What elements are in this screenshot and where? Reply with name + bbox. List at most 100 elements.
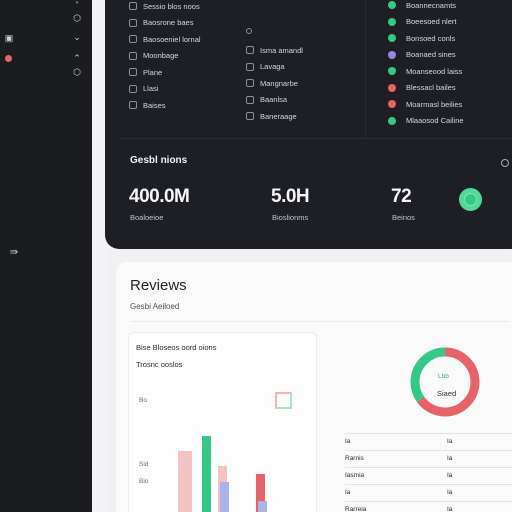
checkbox[interactable]: [246, 95, 254, 104]
rightList-item[interactable]: Bonsoed conls: [388, 30, 464, 47]
leftList-item[interactable]: Baosrone baes: [129, 15, 201, 32]
table-cell: Ia: [447, 489, 453, 496]
checkbox[interactable]: [129, 35, 137, 44]
donut-chart: [410, 347, 480, 417]
bar-series: [178, 436, 278, 512]
rightList-item[interactable]: Boannecnamts: [388, 0, 464, 14]
leftList-item[interactable]: Llasi: [129, 81, 201, 98]
stat-label-1: Boaloeioe: [130, 213, 164, 222]
info-icon[interactable]: [501, 159, 509, 167]
list-item-label: Lavaga: [260, 62, 285, 72]
divider: [130, 321, 510, 322]
window-icon[interactable]: ▣: [4, 33, 14, 43]
shield-icon[interactable]: ◦: [72, 0, 82, 7]
divider: [120, 138, 512, 139]
midList-item[interactable]: Mangnarbe: [246, 75, 303, 92]
checkbox[interactable]: [129, 68, 137, 77]
status-dot-icon: [388, 17, 396, 26]
sidebar: ◦ ⬡ ▣ ⌄ ⌃ ⬡ ⇛: [0, 0, 92, 512]
chart-title: Bise Bloseos oord oions: [136, 343, 217, 352]
table-divider: [345, 450, 512, 451]
leftList-item[interactable]: Baises: [129, 97, 201, 114]
rightList-item[interactable]: Blessacl bailes: [388, 80, 464, 97]
list-item-label: Sessio blos noos: [143, 1, 200, 11]
checkbox[interactable]: [246, 46, 254, 55]
list-item-label: Isma amandl: [260, 45, 303, 55]
table-divider: [345, 433, 512, 434]
rightList-item[interactable]: Boeesoed nlert: [388, 14, 464, 31]
status-dot-icon: [388, 100, 396, 109]
checkbox[interactable]: [246, 112, 254, 121]
leftList-item[interactable]: Sessio blos noos: [129, 0, 201, 15]
stat-value-3: 72: [391, 186, 412, 207]
midList-item[interactable]: Isma amandl: [246, 42, 303, 59]
list-item-label: Bonsoed conls: [406, 33, 456, 43]
list-item-label: Llasi: [143, 84, 159, 94]
list-item-label: Mlaaosod Cailine: [406, 116, 464, 126]
checkbox[interactable]: [246, 62, 254, 71]
tag-icon: [246, 28, 252, 34]
chevron-down-icon[interactable]: ⌄: [72, 32, 82, 42]
leftList-item[interactable]: Moonbage: [129, 48, 201, 65]
list-item-label: Mangnarbe: [260, 78, 298, 88]
list-item-label: Boannecnamts: [406, 0, 457, 10]
left-list: Sessio blos noos Baosrone baes Baosoeniel …: [129, 0, 201, 114]
table-cell: Rarnis: [345, 455, 364, 462]
midList-item[interactable]: Lavaga: [246, 59, 303, 76]
leftList-item[interactable]: Baosoeniel lornal: [129, 31, 201, 48]
table-divider: [345, 501, 512, 502]
checkbox[interactable]: [129, 51, 137, 60]
donut-label-bottom: Siaed: [437, 389, 457, 398]
status-dot-icon: [388, 116, 396, 125]
table-cell: Ia: [447, 506, 453, 512]
list-item-label: Plane: [143, 67, 163, 77]
right-list: Boannecnamts Boeesoed nlert Bonsoed conls B…: [388, 0, 464, 129]
shield-icon[interactable]: ⬡: [72, 67, 82, 77]
stat-label-2: Bioslionms: [272, 213, 309, 222]
status-dot-icon: [388, 50, 396, 59]
list-item-label: Blessacl bailes: [406, 83, 456, 93]
legend-swatch[interactable]: [275, 392, 292, 409]
bar[interactable]: [178, 451, 192, 512]
rightList-item[interactable]: Moarmasl beilies: [388, 96, 464, 113]
midList-item[interactable]: Baanlsa: [246, 92, 303, 109]
list-item-label: Baosrone baes: [143, 18, 194, 28]
leftList-item[interactable]: Plane: [129, 64, 201, 81]
status-ring-icon[interactable]: [459, 188, 482, 211]
bar[interactable]: [202, 436, 211, 512]
table-cell: Iasmia: [345, 472, 365, 479]
bar[interactable]: [220, 481, 229, 512]
list-item-label: Baises: [143, 100, 166, 110]
checkbox[interactable]: [246, 79, 254, 88]
shield-icon[interactable]: ⬡: [72, 13, 82, 23]
list-item-label: Baanlsa: [260, 95, 288, 105]
chart-subtitle: Trosnc ooslos: [136, 360, 183, 369]
checkbox[interactable]: [129, 101, 137, 110]
checkbox[interactable]: [129, 2, 137, 11]
table-cell: Ia: [447, 455, 453, 462]
rightList-item[interactable]: Moanseood laiss: [388, 63, 464, 80]
y-tick: Bio: [139, 478, 149, 485]
list-item-label: Baosoeniel lornal: [143, 34, 201, 44]
status-dot-icon: [388, 34, 396, 43]
forward-arrows-icon[interactable]: ⇛: [9, 248, 19, 258]
table-divider: [345, 484, 512, 485]
y-tick: Bo: [139, 397, 147, 404]
checkbox[interactable]: [129, 84, 137, 93]
stat-value-2: 5.0H: [271, 186, 310, 207]
checkbox[interactable]: [129, 18, 137, 27]
rightList-item[interactable]: Boanaed sines: [388, 47, 464, 64]
table-cell: Ia: [447, 472, 453, 479]
section-title: Gesbl nions: [130, 155, 188, 166]
status-dot: [5, 55, 12, 62]
bar[interactable]: [258, 500, 267, 512]
list-item-label: Moonbage: [143, 51, 179, 61]
reviews-title: Reviews: [130, 277, 187, 294]
midList-item[interactable]: Baneraage: [246, 108, 303, 125]
column-divider: [365, 0, 366, 138]
chevron-up-icon[interactable]: ⌃: [72, 53, 82, 63]
table-cell: Ia: [345, 438, 351, 445]
status-dot-icon: [388, 67, 396, 76]
rightList-item[interactable]: Mlaaosod Cailine: [388, 113, 464, 130]
table-cell: Rarreia: [345, 506, 367, 512]
